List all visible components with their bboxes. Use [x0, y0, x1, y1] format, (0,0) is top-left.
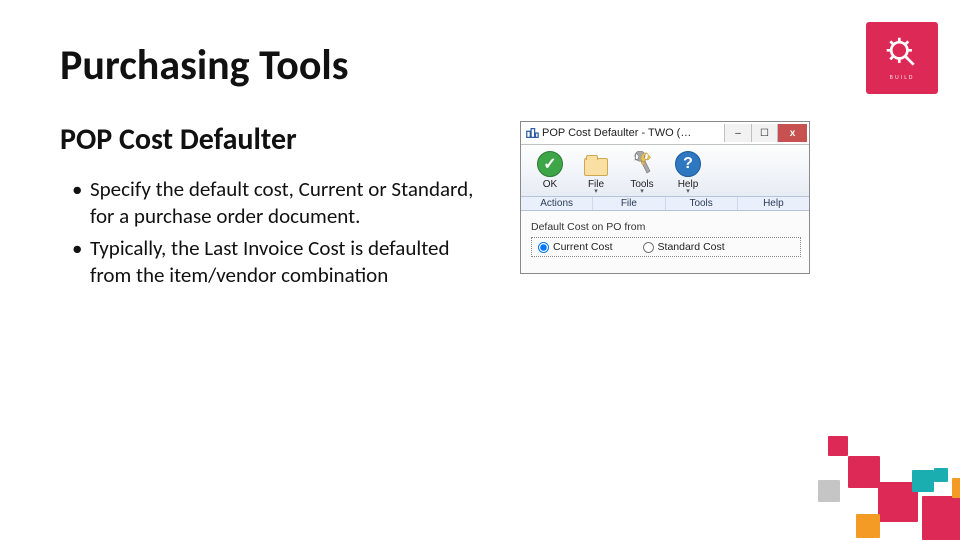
toolbar: ✓ OK File ▾ Tools ▾ — [521, 145, 809, 197]
close-button[interactable]: x — [777, 124, 807, 142]
radio-standard-cost[interactable]: Standard Cost — [643, 241, 725, 253]
folder-icon — [584, 158, 608, 176]
radio-input[interactable] — [538, 242, 549, 253]
gear-search-icon — [884, 35, 920, 71]
check-icon: ✓ — [537, 151, 563, 177]
help-icon: ? — [675, 151, 701, 177]
window-controls: – ☐ x — [724, 124, 807, 142]
group-actions: Actions — [521, 197, 593, 210]
subtitle: POP Cost Defaulter — [60, 121, 480, 158]
brand-logo: BUILD — [866, 22, 938, 94]
bullet-list: Specify the default cost, Current or Sta… — [60, 176, 480, 289]
brand-text: BUILD — [890, 73, 915, 81]
group-label: Default Cost on PO from — [531, 221, 801, 233]
minimize-button[interactable]: – — [725, 124, 751, 142]
app-icon — [525, 126, 539, 140]
radio-current-cost[interactable]: Current Cost — [538, 241, 613, 253]
radio-group: Current Cost Standard Cost — [531, 237, 801, 257]
list-item: Typically, the Last Invoice Cost is defa… — [76, 235, 480, 290]
chevron-down-icon: ▾ — [594, 190, 598, 194]
group-file: File — [593, 197, 665, 210]
form-body: Default Cost on PO from Current Cost Sta… — [521, 211, 809, 273]
app-window: POP Cost Defaulter - TWO (… – ☐ x ✓ OK F… — [520, 121, 810, 274]
tools-menu[interactable]: Tools ▾ — [619, 149, 665, 194]
radio-input[interactable] — [643, 242, 654, 253]
page-title: Purchasing Tools — [60, 40, 900, 91]
chevron-down-icon: ▾ — [640, 190, 644, 194]
file-menu[interactable]: File ▾ — [573, 149, 619, 194]
title-bar: POP Cost Defaulter - TWO (… – ☐ x — [521, 122, 809, 145]
help-menu[interactable]: ? Help ▾ — [665, 149, 711, 194]
maximize-button[interactable]: ☐ — [751, 124, 777, 142]
list-item: Specify the default cost, Current or Sta… — [76, 176, 480, 231]
wrench-icon — [629, 151, 655, 177]
chevron-down-icon: ▾ — [686, 190, 690, 194]
group-help: Help — [738, 197, 809, 210]
window-title: POP Cost Defaulter - TWO (… — [542, 127, 721, 139]
group-tools: Tools — [666, 197, 738, 210]
ok-button[interactable]: ✓ OK — [527, 149, 573, 194]
ribbon-group-labels: Actions File Tools Help — [521, 197, 809, 211]
decorative-squares — [728, 412, 958, 542]
